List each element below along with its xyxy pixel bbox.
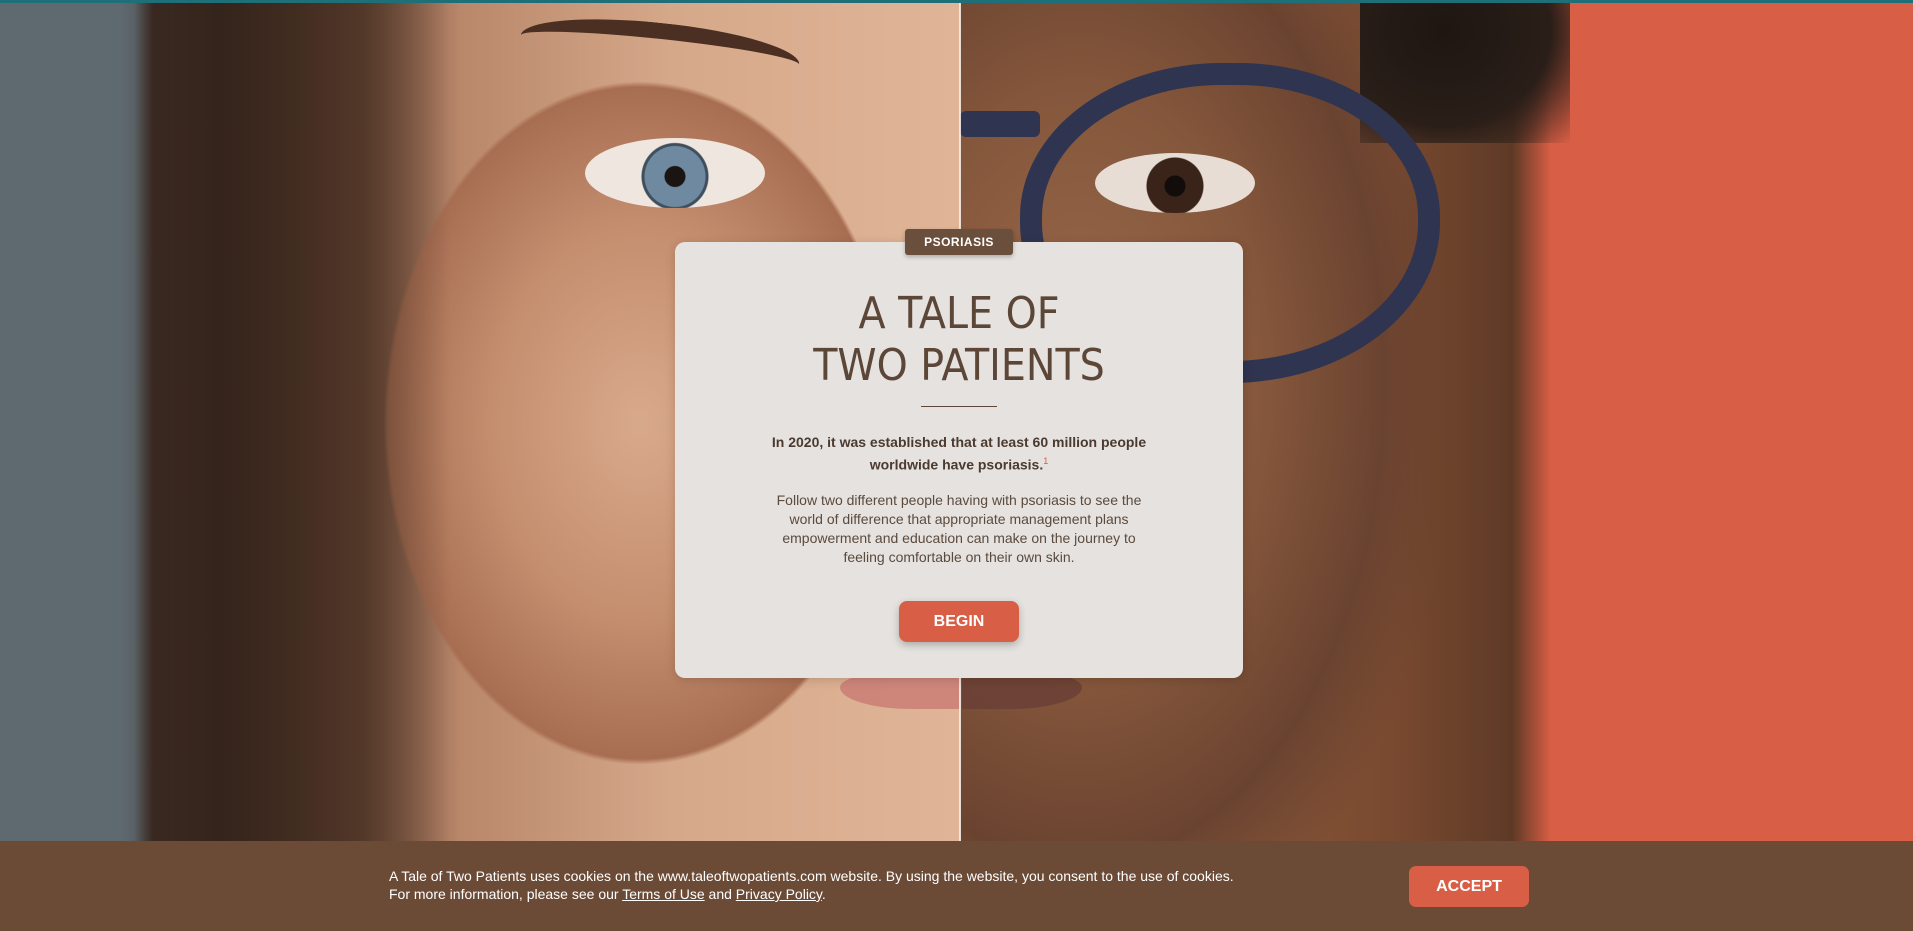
lead-text: In 2020, it was established that at leas… [771,434,1147,473]
terms-of-use-link[interactable]: Terms of Use [622,886,704,902]
category-badge: PSORIASIS [905,229,1013,255]
title-divider [921,406,997,407]
cookie-line-2-prefix: For more information, please see our [389,886,623,902]
cookie-banner: A Tale of Two Patients uses cookies on t… [0,841,1913,931]
title-line-2: TWO PATIENTS [813,340,1105,391]
cookie-message: A Tale of Two Patients uses cookies on t… [389,867,1289,903]
privacy-policy-link[interactable]: Privacy Policy [736,886,822,902]
left-patient-eye [585,138,765,208]
glasses-bridge [960,111,1040,137]
accept-cookies-button[interactable]: ACCEPT [1409,866,1529,907]
page-title: A TALE OF TWO PATIENTS [675,288,1243,392]
begin-button[interactable]: BEGIN [899,600,1019,642]
cookie-and-text: and [704,886,736,902]
left-patient-hair [120,3,450,841]
cookie-line-1: A Tale of Two Patients uses cookies on t… [389,868,1234,884]
intro-description: Follow two different people having with … [776,491,1142,565]
top-accent-bar [0,0,1913,3]
cookie-line-2-suffix: . [821,886,826,902]
lead-statement: In 2020, it was established that at leas… [759,433,1159,475]
title-line-1: A TALE OF [858,288,1060,339]
footnote-marker[interactable]: 1 [1043,456,1048,466]
intro-card: A TALE OF TWO PATIENTS In 2020, it was e… [675,242,1243,678]
